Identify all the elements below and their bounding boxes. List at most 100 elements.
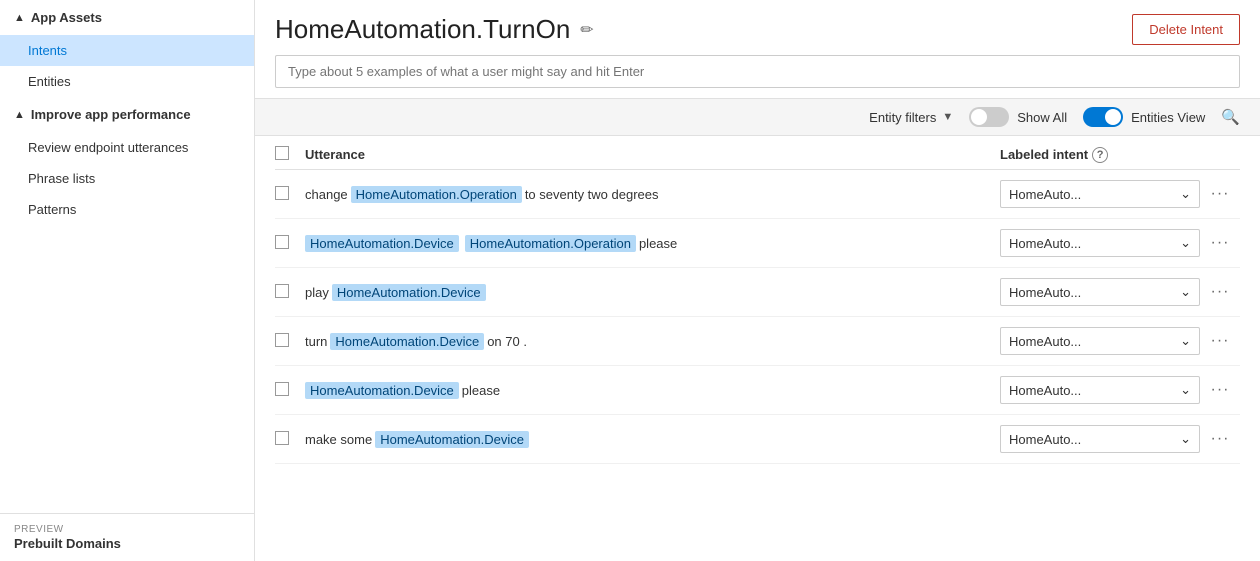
chevron-down-icon: ⌄ — [1180, 431, 1191, 447]
utterance-search-bar[interactable] — [275, 55, 1240, 88]
row-actions-cell: ··· — [1200, 430, 1240, 448]
labeled-intent-cell: HomeAuto...⌄ — [1000, 180, 1200, 208]
intent-selector[interactable]: HomeAuto...⌄ — [1000, 278, 1200, 306]
intent-selector[interactable]: HomeAuto... ⌄ — [1000, 376, 1200, 404]
entity-tag[interactable]: HomeAutomation.Operation — [351, 186, 522, 203]
utterance-cell: play HomeAutomation.Device — [305, 284, 1000, 301]
table-row: HomeAutomation.Device HomeAutomation.Ope… — [275, 219, 1240, 268]
more-options-button[interactable]: ··· — [1211, 234, 1230, 252]
utterance-text: please — [639, 236, 677, 251]
row-checkbox[interactable] — [275, 382, 289, 396]
entity-tag[interactable]: HomeAutomation.Operation — [465, 235, 636, 252]
utterance-text: to seventy two degrees — [525, 187, 659, 202]
chevron-down-icon: ⌄ — [1180, 333, 1191, 349]
chevron-down-icon: ▼ — [942, 111, 953, 123]
row-checkbox-col — [275, 431, 305, 448]
entity-tag[interactable]: HomeAutomation.Device — [305, 235, 459, 252]
show-all-label: Show All — [1017, 110, 1067, 125]
more-options-button[interactable]: ··· — [1211, 283, 1230, 301]
row-checkbox[interactable] — [275, 333, 289, 347]
header-checkbox[interactable] — [275, 146, 289, 160]
row-checkbox-col — [275, 382, 305, 399]
sidebar-section-label: App Assets — [31, 10, 102, 25]
row-actions-cell: ··· — [1200, 332, 1240, 350]
entity-tag[interactable]: HomeAutomation.Device — [330, 333, 484, 350]
utterance-input[interactable] — [288, 64, 1227, 79]
table-body: change HomeAutomation.Operation to seven… — [275, 170, 1240, 464]
sidebar-item-phrase-lists[interactable]: Phrase lists — [0, 163, 254, 194]
intent-selector[interactable]: HomeAuto... ⌄ — [1000, 327, 1200, 355]
utterances-table: Utterance Labeled intent ? change HomeAu… — [255, 136, 1260, 561]
chevron-icon: ▲ — [14, 109, 25, 121]
labeled-intent-cell: HomeAuto... ⌄ — [1000, 425, 1200, 453]
sidebar-section-app-assets[interactable]: ▲ App Assets — [0, 0, 254, 35]
entity-tag[interactable]: HomeAutomation.Device — [332, 284, 486, 301]
utterance-text: play — [305, 285, 329, 300]
utterance-cell: HomeAutomation.Device HomeAutomation.Ope… — [305, 235, 1000, 252]
entities-view-toggle[interactable] — [1083, 107, 1123, 127]
labeled-intent-column-header: Labeled intent ? — [1000, 147, 1200, 163]
entities-view-toggle-wrap: Entities View — [1083, 107, 1205, 127]
row-checkbox[interactable] — [275, 284, 289, 298]
utterance-text: turn — [305, 334, 327, 349]
sidebar-section-label: Improve app performance — [31, 107, 191, 122]
utterance-cell: turn HomeAutomation.Device on 70 . — [305, 333, 1000, 350]
intent-label: HomeAuto... — [1009, 432, 1081, 447]
utterance-text: make some — [305, 432, 372, 447]
entity-tag[interactable]: HomeAutomation.Device — [375, 431, 529, 448]
edit-icon[interactable]: ✏ — [580, 20, 593, 40]
intent-selector[interactable]: HomeAuto... ⌄ — [1000, 425, 1200, 453]
more-options-button[interactable]: ··· — [1211, 332, 1230, 350]
more-options-button[interactable]: ··· — [1211, 381, 1230, 399]
search-icon[interactable]: 🔍 — [1221, 108, 1240, 126]
sidebar-item-entities[interactable]: Entities — [0, 66, 254, 97]
intent-label: HomeAuto... — [1009, 334, 1081, 349]
table-header: Utterance Labeled intent ? — [275, 136, 1240, 170]
chevron-down-icon: ⌄ — [1180, 186, 1191, 202]
labeled-intent-cell: HomeAuto...⌄ — [1000, 229, 1200, 257]
domain-label: Prebuilt Domains — [14, 536, 121, 551]
intent-label: HomeAuto... — [1009, 285, 1081, 300]
table-row: play HomeAutomation.DeviceHomeAuto...⌄··… — [275, 268, 1240, 317]
sidebar-bottom: PREVIEW Prebuilt Domains — [0, 513, 254, 561]
show-all-toggle-wrap: Show All — [969, 107, 1067, 127]
header-checkbox-col — [275, 146, 305, 163]
row-checkbox[interactable] — [275, 235, 289, 249]
more-options-button[interactable]: ··· — [1211, 185, 1230, 203]
intent-selector[interactable]: HomeAuto...⌄ — [1000, 180, 1200, 208]
table-row: HomeAutomation.Device please HomeAuto... ⌄… — [275, 366, 1240, 415]
row-actions-cell: ··· — [1200, 283, 1240, 301]
sidebar-section-improve[interactable]: ▲ Improve app performance — [0, 97, 254, 132]
delete-intent-button[interactable]: Delete Intent — [1132, 14, 1240, 45]
utterance-column-header: Utterance — [305, 147, 1000, 162]
table-row: change HomeAutomation.Operation to seven… — [275, 170, 1240, 219]
row-checkbox-col — [275, 186, 305, 203]
more-options-button[interactable]: ··· — [1211, 430, 1230, 448]
row-checkbox[interactable] — [275, 431, 289, 445]
utterance-text: please — [462, 383, 500, 398]
row-actions-cell: ··· — [1200, 234, 1240, 252]
row-actions-cell: ··· — [1200, 185, 1240, 203]
main-content: HomeAutomation.TurnOn ✏ Delete Intent En… — [255, 0, 1260, 561]
row-actions-cell: ··· — [1200, 381, 1240, 399]
intent-selector[interactable]: HomeAuto...⌄ — [1000, 229, 1200, 257]
intent-title-text: HomeAutomation.TurnOn — [275, 14, 570, 45]
entity-filters-button[interactable]: Entity filters ▼ — [869, 110, 953, 125]
sidebar-item-intents[interactable]: Intents — [0, 35, 254, 66]
main-header: HomeAutomation.TurnOn ✏ Delete Intent — [255, 0, 1260, 55]
chevron-down-icon: ⌄ — [1180, 235, 1191, 251]
labeled-intent-cell: HomeAuto... ⌄ — [1000, 376, 1200, 404]
sidebar-item-patterns[interactable]: Patterns — [0, 194, 254, 225]
labeled-intent-cell: HomeAuto...⌄ — [1000, 278, 1200, 306]
toolbar: Entity filters ▼ Show All Entities View … — [255, 98, 1260, 136]
sidebar-item-review[interactable]: Review endpoint utterances — [0, 132, 254, 163]
help-icon[interactable]: ? — [1092, 147, 1108, 163]
utterance-cell: make some HomeAutomation.Device — [305, 431, 1000, 448]
chevron-down-icon: ⌄ — [1180, 382, 1191, 398]
intent-label: HomeAuto... — [1009, 383, 1081, 398]
entity-tag[interactable]: HomeAutomation.Device — [305, 382, 459, 399]
utterance-cell: change HomeAutomation.Operation to seven… — [305, 186, 1000, 203]
page-title: HomeAutomation.TurnOn ✏ — [275, 14, 594, 45]
row-checkbox[interactable] — [275, 186, 289, 200]
show-all-toggle[interactable] — [969, 107, 1009, 127]
